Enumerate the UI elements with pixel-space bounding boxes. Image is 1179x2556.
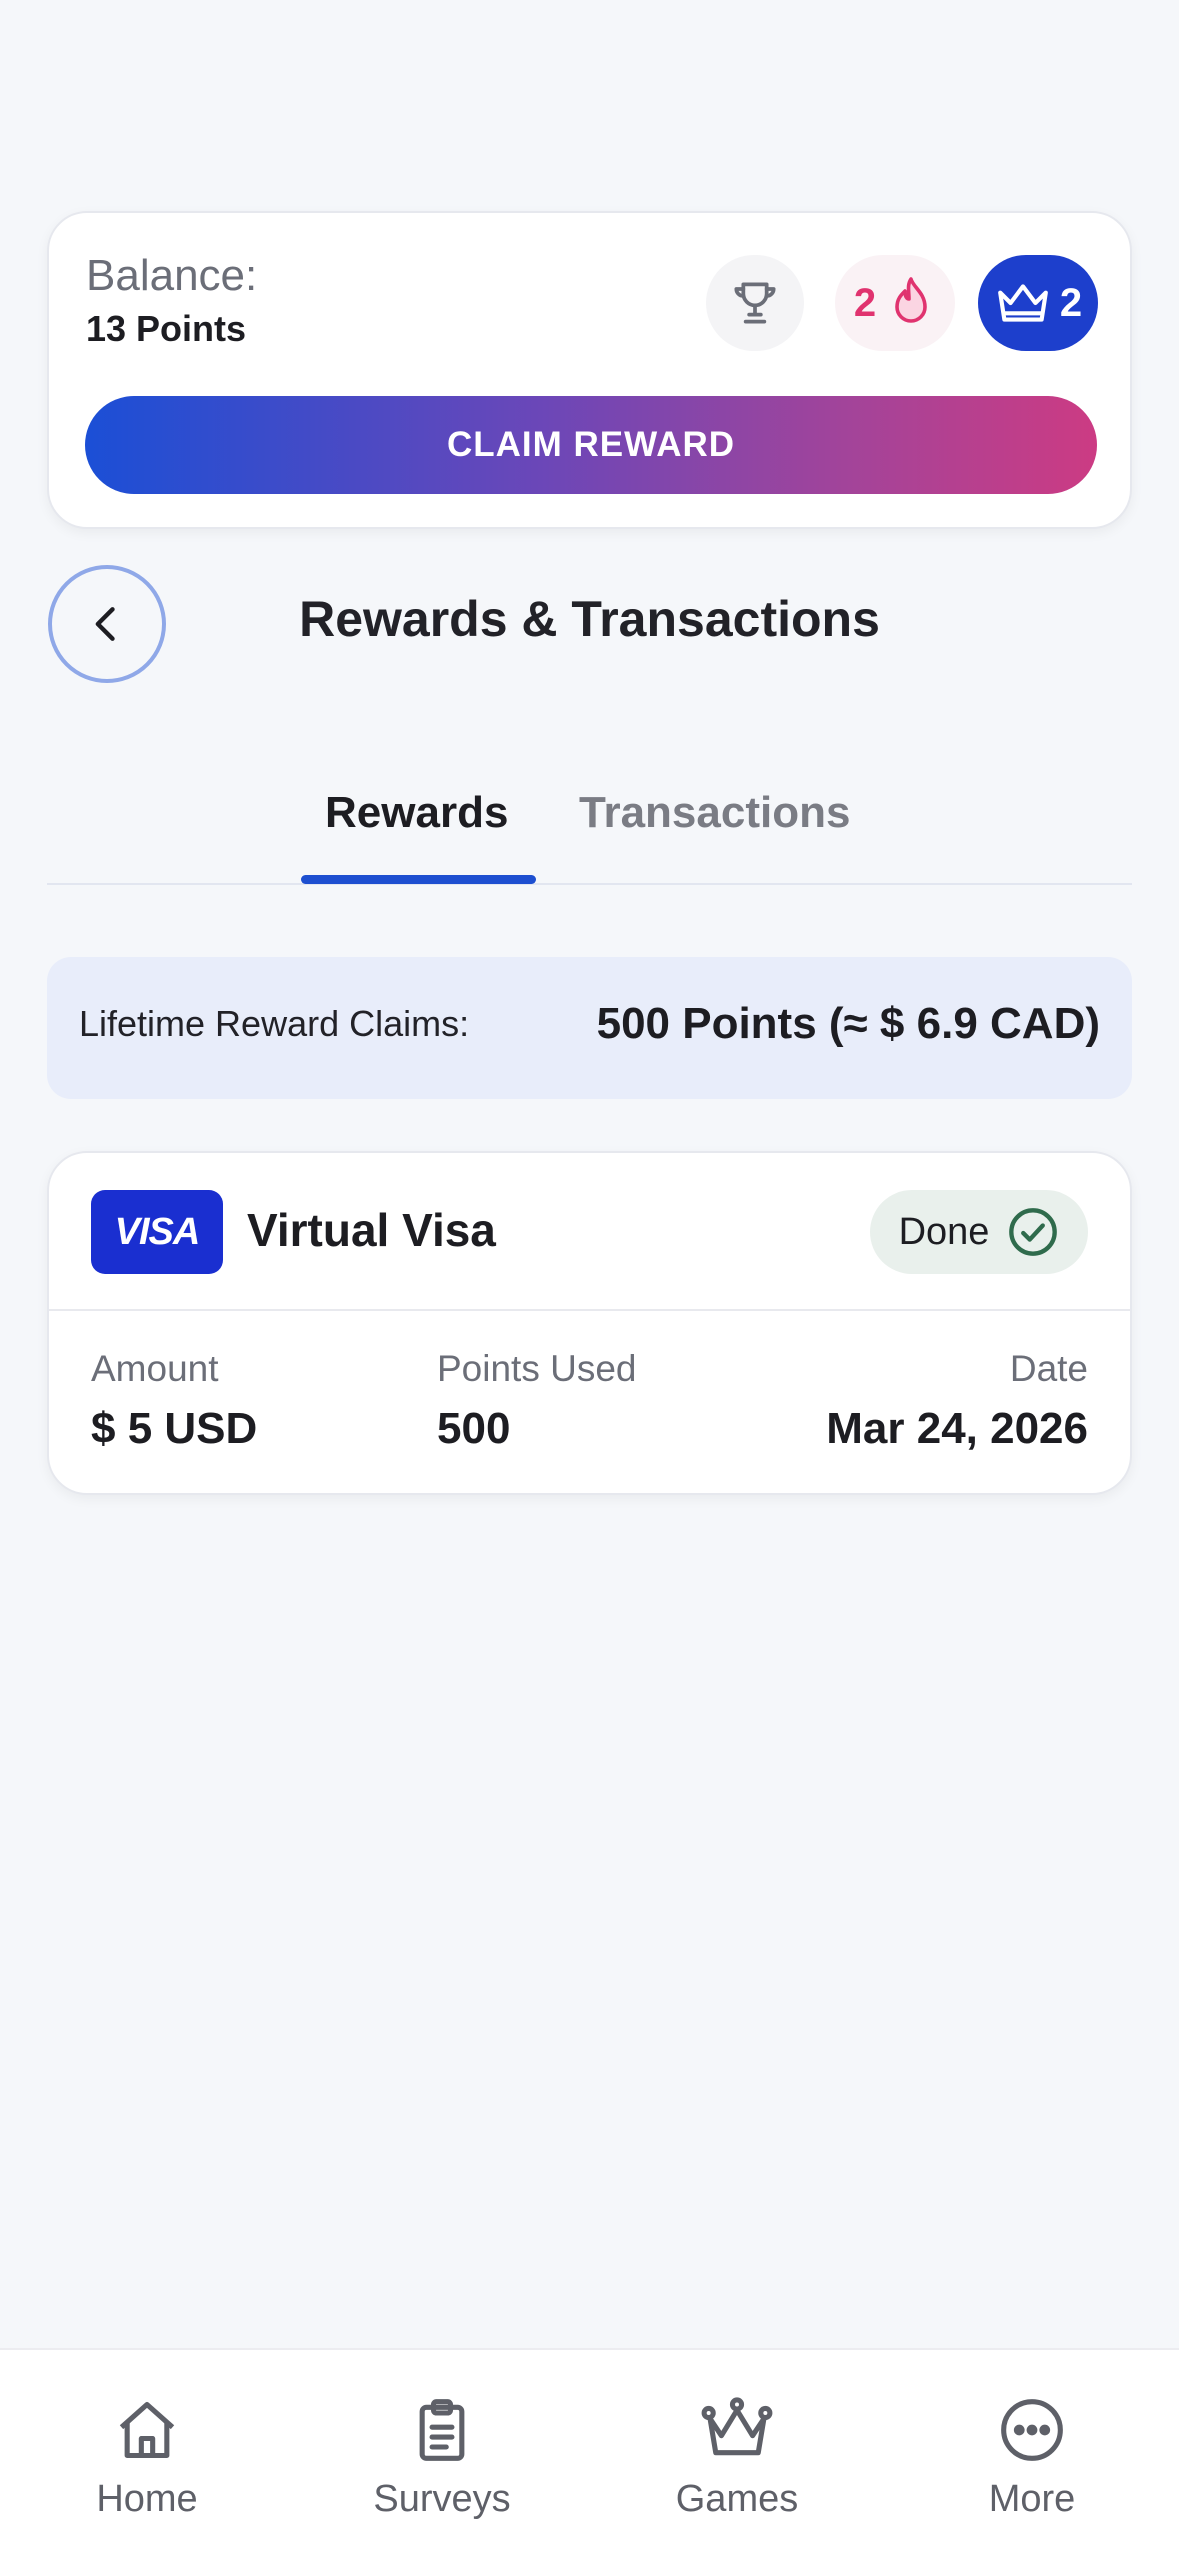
home-icon — [119, 2401, 175, 2459]
amount-label: Amount — [91, 1348, 219, 1389]
crown-badge[interactable]: 2 — [978, 255, 1098, 351]
date-value: Mar 24, 2026 — [826, 1404, 1088, 1453]
balance-card: Balance: 13 Points 2 2 CLAIM REWARD — [47, 211, 1132, 529]
page-title: Rewards & Transactions — [299, 591, 880, 647]
nav-games[interactable]: Games — [637, 2396, 837, 2521]
points-used-label: Points Used — [437, 1348, 637, 1389]
amount-column: Amount $ 5 USD — [91, 1348, 257, 1454]
card-divider — [49, 1309, 1130, 1311]
streak-badge[interactable]: 2 — [835, 255, 955, 351]
lifetime-claims-summary: Lifetime Reward Claims: 500 Points (≈ $ … — [47, 957, 1132, 1099]
points-used-value: 500 — [437, 1404, 511, 1453]
reward-item[interactable]: VISA Virtual Visa Done Amount $ 5 USD Po… — [47, 1151, 1132, 1495]
nav-surveys[interactable]: Surveys — [342, 2396, 542, 2521]
date-label: Date — [1009, 1348, 1088, 1389]
more-icon — [1001, 2399, 1063, 2461]
claim-reward-button[interactable]: CLAIM REWARD — [85, 396, 1097, 494]
trophy-badge[interactable] — [706, 255, 804, 351]
nav-more-label: More — [988, 2478, 1076, 2520]
date-column: Date Mar 24, 2026 — [826, 1348, 1088, 1454]
nav-surveys-label: Surveys — [373, 2478, 511, 2520]
crown-icon — [998, 284, 1048, 322]
tab-bar: Rewards Transactions — [47, 770, 1132, 885]
points-used-column: Points Used 500 — [437, 1348, 637, 1454]
visa-logo: VISA — [91, 1190, 223, 1274]
streak-count: 2 — [853, 280, 877, 325]
nav-more[interactable]: More — [932, 2396, 1132, 2521]
balance-label: Balance: — [86, 251, 258, 300]
flame-icon — [895, 277, 927, 323]
trophy-icon — [734, 282, 776, 324]
tab-rewards[interactable]: Rewards — [325, 788, 508, 838]
clipboard-icon — [419, 2399, 465, 2461]
lifetime-claims-label: Lifetime Reward Claims: — [79, 1003, 470, 1044]
status-badge: Done — [870, 1190, 1088, 1274]
check-circle-icon — [1009, 1208, 1058, 1256]
crown-icon — [701, 2397, 773, 2456]
tab-transactions[interactable]: Transactions — [579, 788, 850, 838]
balance-value: 13 Points — [86, 308, 247, 349]
amount-value: $ 5 USD — [91, 1404, 258, 1453]
nav-home-label: Home — [96, 2478, 198, 2520]
status-text: Done — [898, 1210, 990, 1253]
bottom-nav: Home Surveys Games More — [0, 2348, 1179, 2556]
nav-games-label: Games — [675, 2478, 799, 2520]
lifetime-claims-value: 500 Points (≈ $ 6.9 CAD) — [596, 999, 1100, 1048]
nav-home[interactable]: Home — [47, 2396, 247, 2521]
reward-name: Virtual Visa — [247, 1204, 496, 1256]
crown-count: 2 — [1059, 280, 1083, 325]
active-tab-indicator — [301, 875, 536, 884]
